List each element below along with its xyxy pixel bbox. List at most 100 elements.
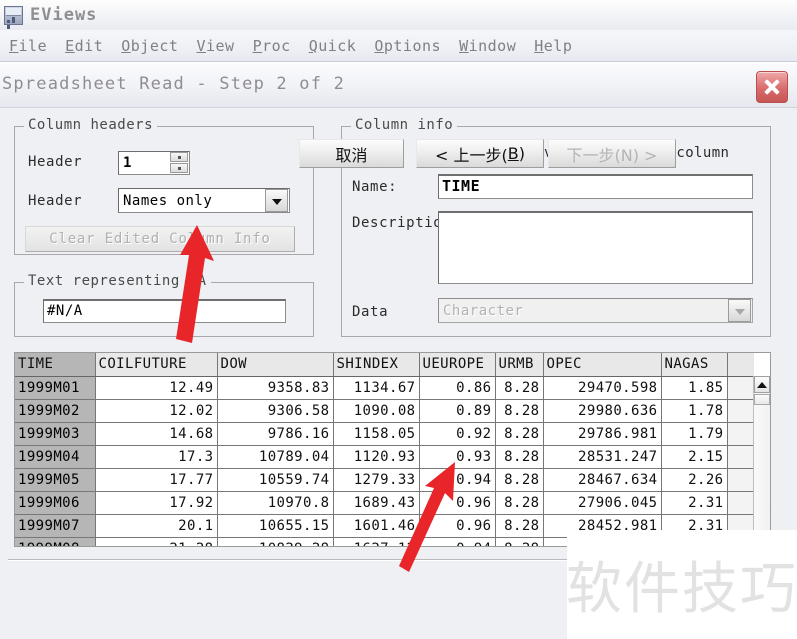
clear-edited-column-info-button[interactable]: Clear Edited Column Info	[25, 226, 295, 252]
preview-row-header[interactable]: 1999M04	[15, 445, 96, 469]
preview-cell-pad[interactable]	[727, 376, 754, 400]
chevron-down-icon[interactable]	[265, 189, 288, 212]
preview-grid[interactable]: TIME COILFUTURE DOW SHINDEX UEUROPE URMB OPEC N…	[14, 352, 771, 547]
preview-cell[interactable]: 10559.74	[217, 468, 334, 492]
stepper-buttons[interactable]	[170, 152, 188, 174]
menu-item-view[interactable]: View	[187, 35, 243, 57]
menu-item-quick[interactable]: Quick	[300, 35, 366, 57]
preview-cell[interactable]: 29786.981	[543, 422, 662, 446]
preview-column-header[interactable]: UEUROPE	[419, 353, 496, 377]
menu-item-options[interactable]: Options	[365, 35, 450, 57]
preview-row-header[interactable]: 1999M03	[15, 422, 96, 446]
preview-cell[interactable]: 29980.636	[543, 399, 662, 423]
preview-cell[interactable]: 28467.634	[543, 468, 662, 492]
preview-cell[interactable]: 9306.58	[217, 399, 334, 423]
preview-row-header[interactable]: 1999M07	[15, 514, 96, 538]
preview-vertical-scrollbar[interactable]	[753, 376, 770, 546]
preview-cell[interactable]: 1.78	[661, 399, 728, 423]
preview-cell[interactable]: 9786.16	[217, 422, 334, 446]
preview-cell[interactable]: 20.1	[95, 514, 218, 538]
preview-cell[interactable]: 1279.33	[333, 468, 420, 492]
preview-cell[interactable]: 17.3	[95, 445, 218, 469]
menu-item-edit[interactable]: Edit	[56, 35, 112, 57]
preview-cell-pad[interactable]	[727, 491, 754, 515]
preview-cell[interactable]: 0.96	[419, 514, 496, 538]
preview-cell[interactable]: 0.94	[419, 537, 496, 546]
preview-cell[interactable]: 0.92	[419, 422, 496, 446]
header-type-select[interactable]: Names only	[118, 188, 290, 213]
preview-column-header[interactable]: SHINDEX	[333, 353, 420, 377]
preview-cell[interactable]: 9358.83	[217, 376, 334, 400]
header-count-stepper[interactable]: 1	[118, 151, 190, 175]
preview-cell[interactable]: 28531.247	[543, 445, 662, 469]
preview-cell[interactable]: 17.77	[95, 468, 218, 492]
table-row[interactable]: 1999M03 14.68 9786.16 1158.05 0.92 8.28 29786.…	[15, 422, 754, 446]
table-row[interactable]: 1999M04 17.3 10789.04 1120.93 0.93 8.28 28531.…	[15, 445, 754, 469]
preview-cell[interactable]: 17.92	[95, 491, 218, 515]
cancel-button[interactable]: 取消	[299, 139, 404, 168]
preview-column-header[interactable]	[727, 353, 754, 377]
preview-cell[interactable]: 8.28	[495, 445, 544, 469]
column-description-input[interactable]	[438, 211, 753, 284]
preview-cell[interactable]: 21.28	[95, 537, 218, 546]
preview-cell[interactable]: 0.86	[419, 376, 496, 400]
preview-column-header[interactable]: COILFUTURE	[95, 353, 218, 377]
preview-cell[interactable]: 1090.08	[333, 399, 420, 423]
menu-item-help[interactable]: Help	[525, 35, 581, 57]
preview-cell[interactable]: 1601.46	[333, 514, 420, 538]
table-row[interactable]: 1999M05 17.77 10559.74 1279.33 0.94 8.28 28467…	[15, 468, 754, 492]
preview-column-header[interactable]: OPEC	[543, 353, 662, 377]
preview-cell[interactable]: 1.85	[661, 376, 728, 400]
preview-column-header[interactable]: URMB	[495, 353, 544, 377]
next-button[interactable]: 下一步(N) >	[548, 139, 676, 168]
preview-cell[interactable]: 0.89	[419, 399, 496, 423]
back-button[interactable]: < 上一步(B)	[416, 139, 544, 168]
preview-cell[interactable]: 8.28	[495, 468, 544, 492]
stepper-down-button[interactable]	[170, 163, 188, 173]
preview-cell[interactable]: 2.26	[661, 468, 728, 492]
preview-column-header[interactable]: DOW	[217, 353, 334, 377]
preview-cell[interactable]: 2.31	[661, 491, 728, 515]
preview-cell[interactable]: 1689.43	[333, 491, 420, 515]
preview-cell[interactable]: 8.28	[495, 537, 544, 546]
preview-corner-header[interactable]: TIME	[15, 353, 96, 377]
preview-cell-pad[interactable]	[727, 445, 754, 469]
preview-cell-pad[interactable]	[727, 399, 754, 423]
menu-item-proc[interactable]: Proc	[244, 35, 300, 57]
menu-item-object[interactable]: Object	[112, 35, 187, 57]
preview-row-header[interactable]: 1999M06	[15, 491, 96, 515]
preview-cell[interactable]: 12.49	[95, 376, 218, 400]
preview-cell[interactable]: 2.15	[661, 445, 728, 469]
chevron-up-icon[interactable]	[754, 376, 770, 393]
preview-cell[interactable]: 10655.15	[217, 514, 334, 538]
preview-cell[interactable]: 14.68	[95, 422, 218, 446]
preview-cell-pad[interactable]	[727, 422, 754, 446]
preview-cell[interactable]: 10789.04	[217, 445, 334, 469]
preview-cell[interactable]: 10829.28	[217, 537, 334, 546]
table-row[interactable]: 1999M01 12.49 9358.83 1134.67 0.86 8.28 29470.…	[15, 376, 754, 400]
preview-cell[interactable]: 8.28	[495, 514, 544, 538]
preview-cell-pad[interactable]	[727, 468, 754, 492]
preview-cell[interactable]: 8.28	[495, 491, 544, 515]
preview-cell[interactable]: 8.28	[495, 376, 544, 400]
preview-cell[interactable]: 8.28	[495, 422, 544, 446]
stepper-up-button[interactable]	[170, 152, 188, 162]
column-name-input[interactable]: TIME	[438, 174, 753, 199]
preview-cell[interactable]: 1134.67	[333, 376, 420, 400]
menu-item-window[interactable]: Window	[450, 35, 525, 57]
preview-cell[interactable]: 1627.12	[333, 537, 420, 546]
preview-cell[interactable]: 0.94	[419, 468, 496, 492]
preview-row-header[interactable]: 1999M01	[15, 376, 96, 400]
preview-column-header[interactable]: NAGAS	[661, 353, 728, 377]
preview-cell[interactable]: 0.96	[419, 491, 496, 515]
preview-cell[interactable]: 1120.93	[333, 445, 420, 469]
table-row[interactable]: 1999M06 17.92 10970.8 1689.43 0.96 8.28 27906.…	[15, 491, 754, 515]
preview-cell[interactable]: 10970.8	[217, 491, 334, 515]
preview-cell[interactable]: 1.79	[661, 422, 728, 446]
preview-cell[interactable]: 12.02	[95, 399, 218, 423]
preview-row-header[interactable]: 1999M02	[15, 399, 96, 423]
preview-row-header[interactable]: 1999M08	[15, 537, 96, 546]
scrollbar-thumb[interactable]	[754, 394, 770, 405]
preview-cell[interactable]: 27906.045	[543, 491, 662, 515]
preview-cell[interactable]: 1158.05	[333, 422, 420, 446]
